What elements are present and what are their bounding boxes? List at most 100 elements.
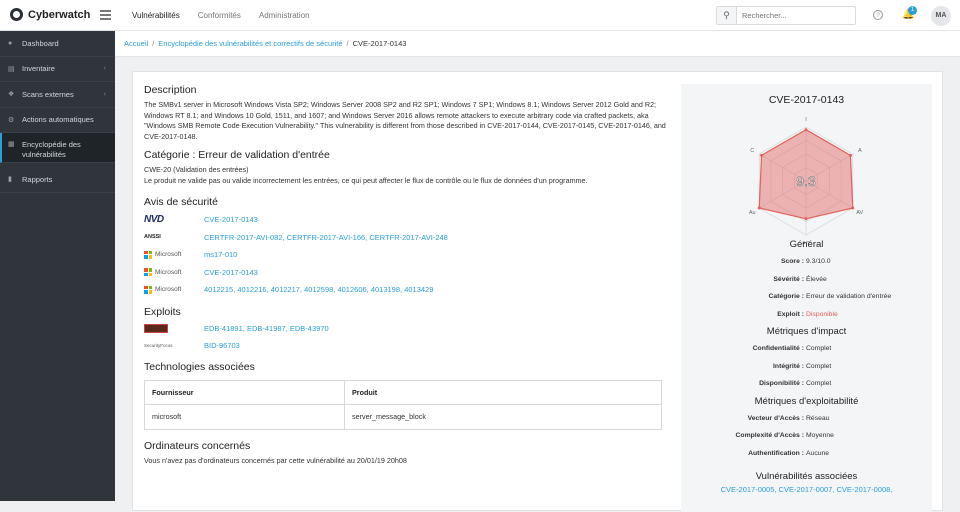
- exploit-link[interactable]: EDB-41891, EDB-41987, EDB-43970: [204, 324, 329, 333]
- related-title: Vulnérabilités associées: [755, 471, 858, 482]
- table-cell: microsoft: [144, 404, 345, 430]
- kv-key: Confidentialité :: [752, 345, 804, 353]
- securityfocus-logo-icon: SecurityFocus: [144, 343, 173, 349]
- sidebar-item-actions-automatiques[interactable]: ⚙ Actions automatiques: [0, 108, 115, 133]
- radar-point: [848, 153, 852, 157]
- cvss-radar-chart: IAAVACAuC9.3: [749, 117, 864, 244]
- kv-key: Disponibilité :: [759, 380, 804, 388]
- dashboard-icon: ●: [8, 39, 13, 47]
- microsoft-logo-icon: Microsoft: [144, 250, 181, 259]
- nav-vulnerabilites[interactable]: Vulnérabilités: [132, 11, 180, 20]
- vulnerability-card: Description The SMBv1 server in Microsof…: [132, 71, 943, 512]
- help-icon[interactable]: ?: [873, 10, 883, 20]
- search-input[interactable]: [737, 7, 847, 24]
- inventory-icon: ▤: [8, 65, 15, 73]
- breadcrumb: Accueil / Encyclopédie des vulnérabilité…: [115, 31, 960, 57]
- radar-point: [760, 153, 764, 157]
- exploit-link[interactable]: BID-96703: [204, 341, 240, 350]
- table-header: Fournisseur: [144, 379, 345, 405]
- nav-administration[interactable]: Administration: [259, 11, 310, 20]
- category-text: Le produit ne valide pas ou valide incor…: [144, 175, 588, 185]
- sidebar-item-label: Encyclopédie des vulnérabilités: [22, 140, 81, 159]
- exploit-db-logo-icon: [144, 323, 168, 333]
- notification-badge: 1: [908, 6, 917, 15]
- nvd-logo: NVD: [144, 214, 164, 226]
- exploit-row-edb: EDB-41891, EDB-41987, EDB-43970: [144, 320, 666, 338]
- vulnerability-details: Description The SMBv1 server in Microsof…: [144, 84, 666, 466]
- radar-axis-label: Au: [749, 210, 756, 216]
- advisory-row-microsoft: Microsoft ms17-010: [144, 246, 666, 264]
- breadcrumb-current: CVE-2017-0143: [352, 39, 407, 48]
- radar-axis-label: I: [805, 117, 807, 123]
- sidebar-item-label: Scans externes: [22, 89, 74, 99]
- kv-key: Authentification :: [748, 449, 804, 457]
- kv-value: Complet: [806, 380, 832, 388]
- exploit-access-complexity: Complexité d'Accès : Moyenne: [681, 427, 932, 445]
- advisory-link[interactable]: 4012215, 4012216, 4012217, 4012598, 4012…: [204, 285, 433, 294]
- menu-toggle-icon[interactable]: [100, 10, 111, 22]
- kv-value: Complet: [806, 362, 832, 370]
- advisory-link[interactable]: CERTFR-2017-AVI-082, CERTFR-2017-AVI-166…: [204, 233, 448, 242]
- avatar[interactable]: MA: [931, 6, 951, 26]
- gear-icon: ⚙: [8, 116, 15, 124]
- advisory-row-anssi: ANSSI CERTFR-2017-AVI-082, CERTFR-2017-A…: [144, 229, 666, 247]
- radar-axis-label: C: [750, 148, 754, 154]
- microsoft-logo-icon: Microsoft: [144, 268, 182, 277]
- sidebar-item-scans-externes[interactable]: ❖ Scans externes ‹: [0, 82, 115, 108]
- radar-axis-label: AV: [856, 210, 863, 216]
- kv-key: Sévérité :: [773, 275, 804, 283]
- brand-logo[interactable]: Cyberwatch: [10, 8, 90, 21]
- impact-availability: Disponibilité : Complet: [681, 375, 932, 393]
- book-icon: ▦: [8, 141, 15, 148]
- search-box: ⚲: [716, 6, 856, 25]
- brand-name: Cyberwatch: [28, 8, 91, 21]
- kv-value: Complet: [806, 345, 832, 353]
- chart-icon: ▮: [8, 176, 12, 184]
- radar-score-label: 9.3: [796, 173, 816, 189]
- advisory-link[interactable]: CVE-2017-0143: [204, 215, 258, 224]
- sidebar-item-inventaire[interactable]: ▤ Inventaire ‹: [0, 57, 115, 82]
- exploit-row-bid: SecurityFocus BID-96703: [144, 337, 666, 355]
- general-category: Catégorie : Erreur de validation d'entrée: [681, 288, 932, 306]
- radar-point: [757, 206, 761, 210]
- advisory-link[interactable]: CVE-2017-0143: [204, 268, 258, 277]
- breadcrumb-separator: /: [346, 39, 349, 48]
- breadcrumb-section[interactable]: Encyclopédie des vulnérabilités et corre…: [158, 39, 342, 48]
- radar-point: [804, 217, 808, 221]
- related-vulnerabilities-links[interactable]: CVE-2017-0005, CVE-2017-0007, CVE-2017-0…: [681, 485, 932, 494]
- kv-key: Intégrité :: [773, 362, 804, 370]
- chevron-left-icon: ‹: [103, 90, 106, 98]
- exploitability-title: Métriques d'exploitabilité: [754, 395, 859, 407]
- advisory-link[interactable]: ms17-010: [204, 250, 237, 259]
- kv-value: Réseau: [806, 414, 830, 422]
- computers-text: Vous n'avez pas d'ordinateurs concernés …: [144, 455, 407, 465]
- kv-value: Erreur de validation d'entrée: [806, 293, 892, 301]
- description-title: Description: [144, 84, 197, 96]
- radar-point: [804, 128, 808, 132]
- exploit-authentication: Authentification : Aucune: [681, 445, 932, 463]
- sidebar-item-encyclopedie[interactable]: ▦ Encyclopédie des vulnérabilités: [0, 133, 115, 163]
- sidebar-item-dashboard[interactable]: ● Dashboard: [0, 31, 115, 57]
- advisory-row-microsoft: Microsoft 4012215, 4012216, 4012217, 401…: [144, 281, 666, 299]
- table-cell: server_message_block: [344, 404, 662, 430]
- kv-value: Aucune: [806, 449, 830, 457]
- breadcrumb-home[interactable]: Accueil: [124, 39, 148, 48]
- microsoft-logo-label: Microsoft: [155, 286, 182, 294]
- kv-key: Catégorie :: [768, 293, 804, 301]
- microsoft-logo-label: Microsoft: [155, 268, 182, 276]
- description-text: The SMBv1 server in Microsoft Windows Vi…: [144, 100, 666, 141]
- search-icon[interactable]: ⚲: [717, 7, 737, 24]
- sidebar-item-label: Rapports: [22, 174, 53, 184]
- anssi-logo: ANSSI: [144, 234, 161, 241]
- exploit-access-vector: Vecteur d'Accès : Réseau: [681, 410, 932, 428]
- advisory-row-nvd: NVD CVE-2017-0143: [144, 211, 666, 229]
- nav-conformites[interactable]: Conformités: [198, 11, 241, 20]
- exploits-title: Exploits: [144, 305, 181, 318]
- kv-key: Exploit :: [777, 310, 804, 318]
- cyberwatch-logo-icon: [10, 8, 23, 21]
- sidebar-item-rapports[interactable]: ▮ Rapports: [0, 167, 115, 193]
- top-nav: Vulnérabilités Conformités Administratio…: [132, 11, 310, 20]
- impact-title: Métriques d'impact: [766, 326, 847, 337]
- kv-value: 9.3/10.0: [806, 258, 831, 266]
- general-severity: Sévérité : Élevée: [681, 271, 932, 289]
